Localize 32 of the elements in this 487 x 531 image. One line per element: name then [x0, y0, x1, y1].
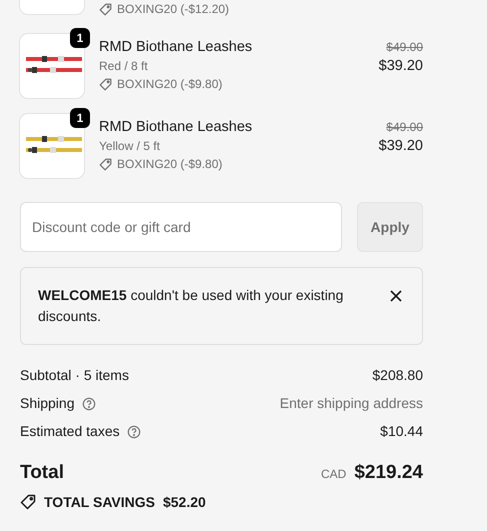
- summary-value: Enter shipping address: [280, 394, 423, 413]
- total-amount: $219.24: [354, 462, 423, 484]
- tag-icon: [20, 494, 36, 510]
- help-icon[interactable]: [82, 396, 96, 410]
- product-variant: Yellow / 5 ft: [99, 138, 161, 155]
- discount-label: BOXING20 (-$9.80): [99, 75, 364, 93]
- summary-value: $10.44: [380, 422, 423, 441]
- tag-icon: [99, 158, 112, 170]
- summary-value: $208.80: [372, 366, 423, 385]
- savings-label: TOTAL SAVINGS: [44, 494, 155, 510]
- product-variant: Red / 8 ft: [99, 58, 149, 75]
- quantity-badge: 1: [70, 28, 90, 48]
- product-name: RMD Biothane Leashes: [99, 118, 254, 137]
- currency-label: CAD: [320, 467, 346, 481]
- tag-icon: [99, 2, 112, 16]
- original-price: $49.00: [386, 119, 423, 135]
- summary-label: Estimated taxes: [20, 422, 120, 441]
- quantity-badge: 1: [70, 108, 90, 128]
- help-icon[interactable]: [126, 424, 141, 438]
- product-thumbnail: [20, 0, 84, 14]
- original-price: $49.00: [386, 39, 423, 55]
- summary-label: Subtotal · 5 items: [20, 366, 129, 385]
- total-label: Total: [20, 462, 64, 484]
- savings-amount: $52.20: [162, 494, 206, 510]
- tag-icon: [99, 78, 112, 90]
- product-price: $39.20: [378, 57, 423, 76]
- product-price: $39.20: [378, 137, 423, 156]
- discount-label: BOXING20 (-$12.20): [99, 0, 423, 18]
- notice-text: WELCOME15 couldn't be used with your existing discounts.: [38, 286, 344, 326]
- product-name: RMD Biothane Leashes: [99, 38, 254, 57]
- discount-label: BOXING20 (-$9.80): [99, 155, 364, 173]
- summary-label: Shipping: [20, 394, 74, 413]
